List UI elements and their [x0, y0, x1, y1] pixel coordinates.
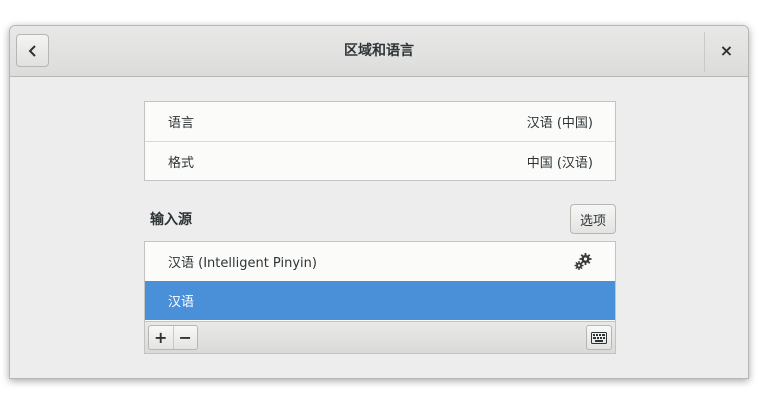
settings-window: 区域和语言 × 语言 汉语 (中国) 格式 中国 (汉语) 输入源 选项 汉语 … — [9, 25, 749, 379]
options-button[interactable]: 选项 — [570, 204, 616, 234]
add-remove-group: + − — [148, 325, 198, 350]
input-source-row[interactable]: 汉语 (Intelligent Pinyin) — [145, 242, 615, 281]
header-separator — [704, 32, 705, 72]
format-value: 中国 (汉语) — [526, 155, 593, 171]
header-bar: 区域和语言 × — [10, 26, 748, 77]
input-source-row-selected[interactable]: 汉语 — [145, 281, 615, 320]
input-source-label: 汉语 — [168, 295, 195, 310]
format-row[interactable]: 格式 中国 (汉语) — [145, 141, 615, 180]
input-source-label: 汉语 (Intelligent Pinyin) — [168, 256, 317, 271]
close-button[interactable]: × — [710, 34, 743, 67]
language-format-list: 语言 汉语 (中国) 格式 中国 (汉语) — [144, 101, 616, 181]
keyboard-icon — [591, 331, 607, 344]
input-sources-list: 汉语 (Intelligent Pinyin) 汉语 + − — [144, 241, 616, 354]
language-label: 语言 — [168, 116, 195, 131]
input-sources-toolbar: + − — [145, 321, 615, 353]
language-row[interactable]: 语言 汉语 (中国) — [145, 102, 615, 141]
add-button[interactable]: + — [149, 326, 173, 349]
language-value: 汉语 (中国) — [526, 116, 593, 131]
keyboard-layout-button[interactable] — [586, 325, 612, 350]
input-sources-title: 输入源 — [150, 212, 192, 228]
format-label: 格式 — [168, 155, 195, 171]
window-title: 区域和语言 — [344, 43, 414, 59]
gear-icon[interactable] — [573, 252, 593, 272]
remove-button[interactable]: − — [172, 326, 198, 349]
